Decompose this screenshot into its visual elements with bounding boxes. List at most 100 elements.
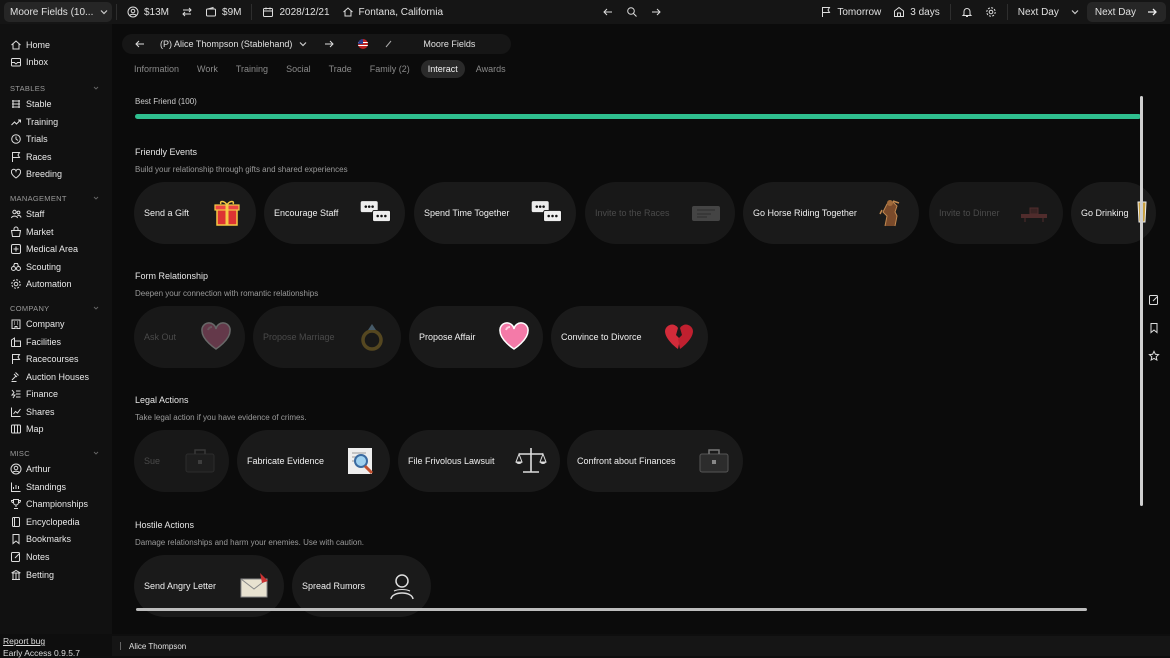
action-card-fabricate-evidence[interactable]: Fabricate Evidence [237, 430, 390, 492]
sidebar-item-automation[interactable]: Automation [0, 276, 112, 294]
sidebar-item-stable[interactable]: Stable [0, 95, 112, 113]
search-button[interactable] [620, 2, 644, 22]
sidebar-item-races[interactable]: Races [0, 148, 112, 166]
medical-area-icon [10, 243, 22, 255]
sidebar-item-standings[interactable]: Standings [0, 478, 112, 496]
sidebar-item-label: Breeding [26, 169, 63, 180]
sidebar-item-inbox[interactable]: Inbox [0, 54, 112, 72]
next-day-button[interactable]: Next Day [1086, 2, 1166, 22]
sidebar-item-trials[interactable]: Trials [0, 130, 112, 148]
map-icon [10, 423, 22, 435]
tab-bar: Information Work Training Social Trade Family… [127, 60, 513, 78]
sidebar-item-finance[interactable]: Finance [0, 386, 112, 404]
sidebar-section-company[interactable]: COMPANY [0, 301, 112, 315]
settings-button[interactable] [979, 2, 1003, 22]
employer-link[interactable]: Moore Fields [423, 39, 475, 49]
sidebar-section-management[interactable]: MANAGEMENT [0, 191, 112, 205]
vertical-scrollbar[interactable] [1140, 96, 1143, 506]
star-icon[interactable] [1148, 350, 1160, 362]
report-bug-link[interactable]: Report bug [3, 636, 45, 646]
sidebar-item-home[interactable]: Home [0, 36, 112, 54]
sidebar-item-racecourses[interactable]: Racecourses [0, 350, 112, 368]
next-day-dropdown[interactable]: Next Day [1012, 2, 1087, 22]
sidebar-item-training[interactable]: Training [0, 113, 112, 131]
sidebar-item-market[interactable]: Market [0, 223, 112, 241]
dinner-icon [1017, 196, 1051, 230]
sidebar-item-label: Stable [26, 98, 52, 109]
sidebar-item-notes[interactable]: Notes [0, 548, 112, 566]
sidebar-item-label: Championships [26, 499, 89, 510]
location-display[interactable]: Fontana, California [336, 2, 450, 22]
sidebar-item-arthur[interactable]: Arthur [0, 460, 112, 478]
action-card-propose-affair[interactable]: Propose Affair [409, 306, 543, 368]
bookmark-icon[interactable] [1148, 322, 1160, 334]
chevron-down-icon [92, 84, 100, 92]
sidebar-item-encyclopedia[interactable]: Encyclopedia [0, 513, 112, 531]
back-button[interactable] [596, 2, 620, 22]
tab-work[interactable]: Work [190, 60, 225, 78]
sidebar-item-company[interactable]: Company [0, 315, 112, 333]
action-card-encourage-staff[interactable]: Encourage Staff [264, 182, 405, 244]
sidebar-item-auction-houses[interactable]: Auction Houses [0, 368, 112, 386]
edit-note-icon[interactable] [1148, 294, 1160, 306]
action-card-confront-about-finances[interactable]: Confront about Finances [567, 430, 743, 492]
sidebar-section-label: STABLES [10, 83, 46, 93]
person-bar: (P) Alice Thompson (Stablehand) Moore Fi… [122, 34, 511, 54]
tab-information[interactable]: Information [127, 60, 186, 78]
forward-button[interactable] [644, 2, 668, 22]
arrow-right-icon[interactable] [323, 38, 335, 50]
us-flag-icon [357, 38, 369, 50]
notifications-button[interactable] [955, 2, 979, 22]
user-circle-icon [127, 6, 139, 18]
value-display[interactable]: $9M [199, 2, 247, 22]
status-person-name[interactable]: Alice Thompson [129, 642, 186, 651]
section-title-hostile-actions: Hostile Actions [135, 520, 195, 530]
wand-icon[interactable] [383, 38, 395, 50]
arrow-left-icon[interactable] [134, 38, 146, 50]
scouting-icon [10, 261, 22, 273]
transfer-button[interactable] [175, 2, 199, 22]
sidebar-item-map[interactable]: Map [0, 421, 112, 439]
sidebar-item-shares[interactable]: Shares [0, 403, 112, 421]
tab-trade[interactable]: Trade [322, 60, 359, 78]
sidebar-item-label: Staff [26, 208, 45, 219]
tab-interact[interactable]: Interact [420, 60, 465, 78]
days-button[interactable]: 3 days [887, 2, 945, 22]
action-card-go-drinking[interactable]: Go Drinking [1071, 182, 1156, 244]
wallet-icon [205, 6, 217, 18]
search-icon [626, 6, 638, 18]
action-card-label: Invite to Dinner [939, 208, 1000, 218]
sidebar-item-staff[interactable]: Staff [0, 205, 112, 223]
sidebar-item-medical-area[interactable]: Medical Area [0, 240, 112, 258]
action-card-invite-to-the-races: Invite to the Races [585, 182, 735, 244]
tab-awards[interactable]: Awards [469, 60, 513, 78]
tab-training[interactable]: Training [229, 60, 275, 78]
section-subtitle: Build your relationship through gifts an… [135, 165, 348, 174]
date-display[interactable]: 2028/12/21 [256, 2, 335, 22]
home-icon [10, 39, 22, 51]
action-card-send-a-gift[interactable]: Send a Gift [134, 182, 256, 244]
person-selector[interactable]: (P) Alice Thompson (Stablehand) [160, 38, 309, 50]
sidebar-item-label: Facilities [26, 336, 62, 347]
sidebar-item-breeding[interactable]: Breeding [0, 166, 112, 184]
tab-family-2[interactable]: Family (2) [363, 60, 417, 78]
ticket-icon [689, 196, 723, 230]
sidebar-section-label: COMPANY [10, 303, 50, 313]
tab-social[interactable]: Social [279, 60, 318, 78]
sidebar-item-scouting[interactable]: Scouting [0, 258, 112, 276]
tomorrow-button[interactable]: Tomorrow [814, 2, 887, 22]
save-selector[interactable]: Moore Fields (10... [4, 2, 112, 22]
sidebar-section-misc[interactable]: MISC [0, 446, 112, 460]
sidebar-item-championships[interactable]: Championships [0, 495, 112, 513]
sidebar-item-betting[interactable]: Betting [0, 566, 112, 584]
action-card-go-horse-riding-together[interactable]: Go Horse Riding Together [743, 182, 919, 244]
sidebar-section-stables[interactable]: STABLES [0, 81, 112, 95]
status-divider [120, 642, 121, 650]
action-card-file-frivolous-lawsuit[interactable]: File Frivolous Lawsuit [398, 430, 560, 492]
action-card-spend-time-together[interactable]: Spend Time Together [414, 182, 576, 244]
action-card-convince-to-divorce[interactable]: Convince to Divorce [551, 306, 708, 368]
horizontal-scrollbar[interactable] [136, 608, 1087, 611]
cash-display[interactable]: $13M [121, 2, 175, 22]
sidebar-item-bookmarks[interactable]: Bookmarks [0, 531, 112, 549]
sidebar-item-facilities[interactable]: Facilities [0, 333, 112, 351]
